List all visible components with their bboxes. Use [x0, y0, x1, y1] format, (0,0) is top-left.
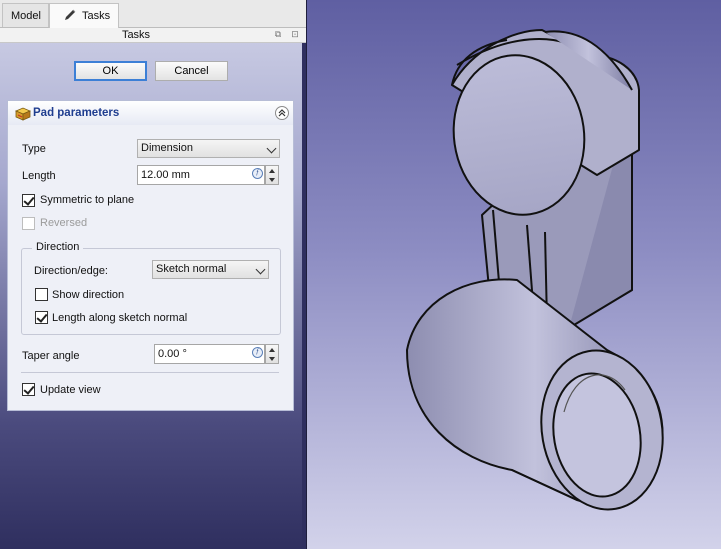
expression-icon[interactable]: ƒ: [252, 347, 263, 358]
checkmark-icon: [23, 194, 35, 206]
panel-title: Pad parameters: [33, 107, 120, 119]
expression-icon[interactable]: ƒ: [252, 168, 263, 179]
direction-edge-label: Direction/edge:: [34, 265, 108, 277]
chevron-down-icon: [266, 143, 277, 154]
dock-title-bar: Tasks ⧉ ⊡: [0, 28, 306, 43]
type-value: Dimension: [141, 142, 193, 154]
length-along-normal-checkbox[interactable]: [35, 311, 48, 324]
arrow-up-icon: [269, 348, 275, 352]
cancel-button[interactable]: Cancel: [155, 61, 228, 81]
combo-view-dock: Model Tasks Tasks ⧉ ⊡ OK Cancel Pad para…: [0, 0, 306, 549]
taper-angle-input[interactable]: 0.00 ° ƒ: [154, 344, 265, 364]
pad-icon: [15, 107, 31, 121]
arrow-down-icon: [269, 178, 275, 182]
pencil-icon: [65, 9, 76, 20]
taper-angle-label: Taper angle: [22, 350, 80, 362]
dock-tab-bar: Model Tasks: [0, 0, 306, 28]
direction-edge-value: Sketch normal: [156, 263, 227, 275]
direction-group-label: Direction: [32, 241, 84, 253]
taper-stepper[interactable]: [265, 344, 279, 364]
length-along-normal-label: Length along sketch normal: [52, 312, 188, 324]
type-label: Type: [22, 143, 46, 155]
update-view-checkbox[interactable]: [22, 383, 35, 396]
show-direction-label: Show direction: [52, 289, 125, 301]
close-dock-icon[interactable]: ⊡: [290, 29, 300, 39]
direction-edge-select[interactable]: Sketch normal: [152, 260, 269, 279]
ok-button[interactable]: OK: [74, 61, 147, 81]
taper-angle-value: 0.00 °: [158, 348, 187, 360]
divider: [21, 372, 279, 373]
pad-parameters-body: Type Dimension Length 12.00 mm ƒ Symmetr…: [7, 125, 294, 411]
pad-parameters-header[interactable]: Pad parameters: [7, 100, 294, 126]
length-value: 12.00 mm: [141, 169, 190, 181]
dock-title: Tasks: [121, 29, 151, 41]
tab-model-label: Model: [11, 10, 41, 22]
tab-model[interactable]: Model: [2, 3, 49, 27]
collapse-button[interactable]: [275, 106, 289, 120]
chevron-up-icon: [278, 109, 286, 117]
float-icon[interactable]: ⧉: [273, 29, 283, 39]
length-label: Length: [22, 170, 56, 182]
symmetric-checkbox[interactable]: [22, 194, 35, 207]
arrow-down-icon: [269, 357, 275, 361]
length-input[interactable]: 12.00 mm ƒ: [137, 165, 265, 185]
model-render: [406, 29, 664, 511]
type-select[interactable]: Dimension: [137, 139, 280, 158]
reversed-checkbox[interactable]: [22, 217, 35, 230]
symmetric-label: Symmetric to plane: [40, 194, 135, 206]
update-view-label: Update view: [40, 384, 101, 396]
show-direction-checkbox[interactable]: [35, 288, 48, 301]
arrow-up-icon: [269, 169, 275, 173]
3d-viewport[interactable]: [306, 0, 721, 549]
reversed-label: Reversed: [40, 217, 88, 229]
tab-tasks[interactable]: Tasks: [49, 3, 119, 28]
length-stepper[interactable]: [265, 165, 279, 185]
pad-parameters-panel: Pad parameters Type Dimension Length 12.…: [7, 100, 294, 411]
checkmark-icon: [23, 383, 35, 395]
chevron-down-icon: [255, 264, 266, 275]
checkmark-icon: [36, 311, 48, 323]
